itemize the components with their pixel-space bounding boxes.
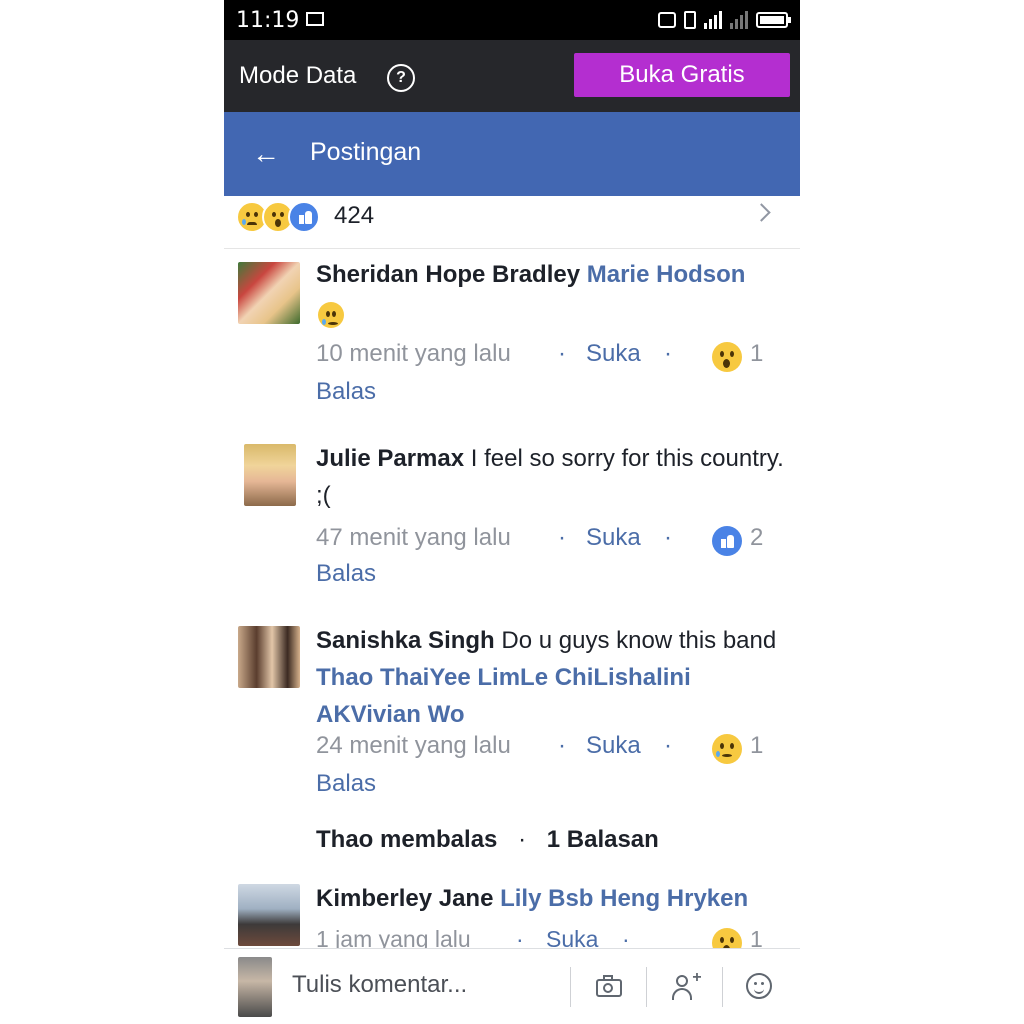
help-icon[interactable]: ? bbox=[387, 64, 415, 92]
reply-link[interactable]: Balas bbox=[316, 378, 376, 406]
reaction-count: 1 bbox=[750, 926, 763, 948]
comment-input[interactable]: Tulis komentar... bbox=[292, 971, 467, 999]
avatar[interactable] bbox=[238, 884, 300, 946]
tagged-users[interactable]: Thao ThaiYee LimLe ChiLishalini AKVivian… bbox=[316, 664, 691, 728]
comment-author[interactable]: Julie Parmax bbox=[316, 445, 464, 472]
reply-link[interactable]: Balas bbox=[316, 560, 376, 588]
signal-icon bbox=[730, 11, 748, 29]
lte-signal-icon bbox=[704, 11, 722, 29]
wow-reaction-icon[interactable] bbox=[712, 342, 742, 372]
comment-time: 24 menit yang lalu bbox=[316, 732, 511, 759]
reaction-count: 424 bbox=[334, 202, 375, 229]
data-mode-bar: Mode Data ? Buka Gratis bbox=[224, 40, 800, 112]
camera-icon[interactable] bbox=[594, 973, 626, 1001]
reaction-count: 1 bbox=[750, 340, 764, 367]
phone-screen: 11:19 Mode Data ? Buka Gratis ← Postinga… bbox=[224, 0, 800, 1024]
comment-time: 1 jam yang lalu bbox=[316, 926, 471, 948]
comment-text: Sanishka Singh Do u guys know this band … bbox=[316, 622, 786, 733]
vibrate-icon bbox=[684, 11, 696, 29]
like-reaction-icon bbox=[288, 201, 320, 233]
separator-dot: · bbox=[558, 732, 566, 759]
comment-text: Kimberley Jane Lily Bsb Heng Hryken bbox=[316, 880, 786, 917]
like-link[interactable]: Suka bbox=[546, 926, 598, 948]
comment-body: Do u guys know this band bbox=[501, 627, 777, 654]
status-icons bbox=[658, 10, 791, 30]
like-link[interactable]: Suka bbox=[586, 732, 641, 760]
comment-meta: 47 menit yang lalu · Suka · 2 bbox=[316, 524, 786, 560]
message-notification-icon bbox=[658, 12, 676, 28]
comment-time: 47 menit yang lalu bbox=[316, 524, 511, 551]
reply-author: Thao membalas bbox=[316, 826, 498, 853]
current-user-avatar bbox=[238, 957, 272, 1017]
avatar[interactable] bbox=[238, 262, 300, 324]
separator-dot: · bbox=[558, 340, 566, 367]
tagged-user[interactable]: Marie Hodson bbox=[587, 261, 746, 288]
comment-meta: 10 menit yang lalu · Suka · 1 bbox=[316, 340, 786, 376]
divider bbox=[570, 967, 571, 1007]
view-replies-link[interactable]: Thao membalas · 1 Balasan bbox=[316, 826, 659, 854]
tag-friend-icon[interactable]: + bbox=[670, 969, 702, 1001]
comment-author[interactable]: Sanishka Singh bbox=[316, 627, 495, 654]
comment-time: 10 menit yang lalu bbox=[316, 340, 511, 367]
divider bbox=[722, 967, 723, 1007]
reactions-summary[interactable]: 424 bbox=[224, 196, 800, 249]
comment-author[interactable]: Kimberley Jane bbox=[316, 885, 493, 912]
tagged-users[interactable]: Lily Bsb Heng Hryken bbox=[500, 885, 748, 912]
like-reaction-icon[interactable] bbox=[712, 526, 742, 556]
separator-dot: · bbox=[516, 926, 524, 948]
back-arrow-icon[interactable]: ← bbox=[252, 134, 280, 174]
comment-text: Julie Parmax I feel so sorry for this co… bbox=[316, 440, 786, 514]
avatar[interactable] bbox=[238, 626, 300, 688]
comment-text: Sheridan Hope Bradley Marie Hodson bbox=[316, 256, 786, 293]
reply-count: 1 Balasan bbox=[546, 826, 659, 853]
gallery-notification-icon bbox=[306, 12, 324, 26]
avatar[interactable] bbox=[244, 444, 296, 506]
reaction-count: 1 bbox=[750, 732, 764, 759]
like-link[interactable]: Suka bbox=[586, 524, 641, 552]
comment-author[interactable]: Sheridan Hope Bradley bbox=[316, 261, 580, 288]
like-link[interactable]: Suka bbox=[586, 340, 641, 368]
separator-dot: · bbox=[664, 732, 672, 759]
separator-dot: · bbox=[664, 340, 672, 367]
comment-composer: Tulis komentar... + bbox=[224, 948, 800, 1024]
divider bbox=[646, 967, 647, 1007]
status-time: 11:19 bbox=[236, 8, 300, 33]
comment-meta: 1 jam yang lalu · Suka · 1 bbox=[316, 926, 786, 948]
page-title: Postingan bbox=[310, 138, 422, 166]
reaction-icons bbox=[236, 201, 320, 233]
data-mode-label: Mode Data bbox=[239, 62, 357, 89]
sad-reaction-icon[interactable] bbox=[712, 734, 742, 764]
emoji-icon[interactable] bbox=[744, 973, 776, 1001]
separator-dot: · bbox=[622, 926, 630, 948]
open-free-button[interactable]: Buka Gratis bbox=[574, 53, 790, 97]
chevron-right-icon bbox=[752, 203, 771, 222]
wow-reaction-icon[interactable] bbox=[712, 928, 742, 948]
comment-meta: 24 menit yang lalu · Suka · 1 bbox=[316, 732, 786, 768]
separator-dot: · bbox=[518, 826, 527, 853]
battery-icon bbox=[756, 12, 791, 28]
page-header: ← Postingan bbox=[224, 112, 800, 196]
status-bar: 11:19 bbox=[224, 0, 800, 40]
separator-dot: · bbox=[664, 524, 672, 551]
separator-dot: · bbox=[558, 524, 566, 551]
reply-link[interactable]: Balas bbox=[316, 770, 376, 798]
comment-meta-clip: 1 jam yang lalu · Suka · 1 bbox=[316, 922, 786, 948]
reaction-count: 2 bbox=[750, 524, 764, 551]
sad-emoji bbox=[318, 302, 344, 328]
